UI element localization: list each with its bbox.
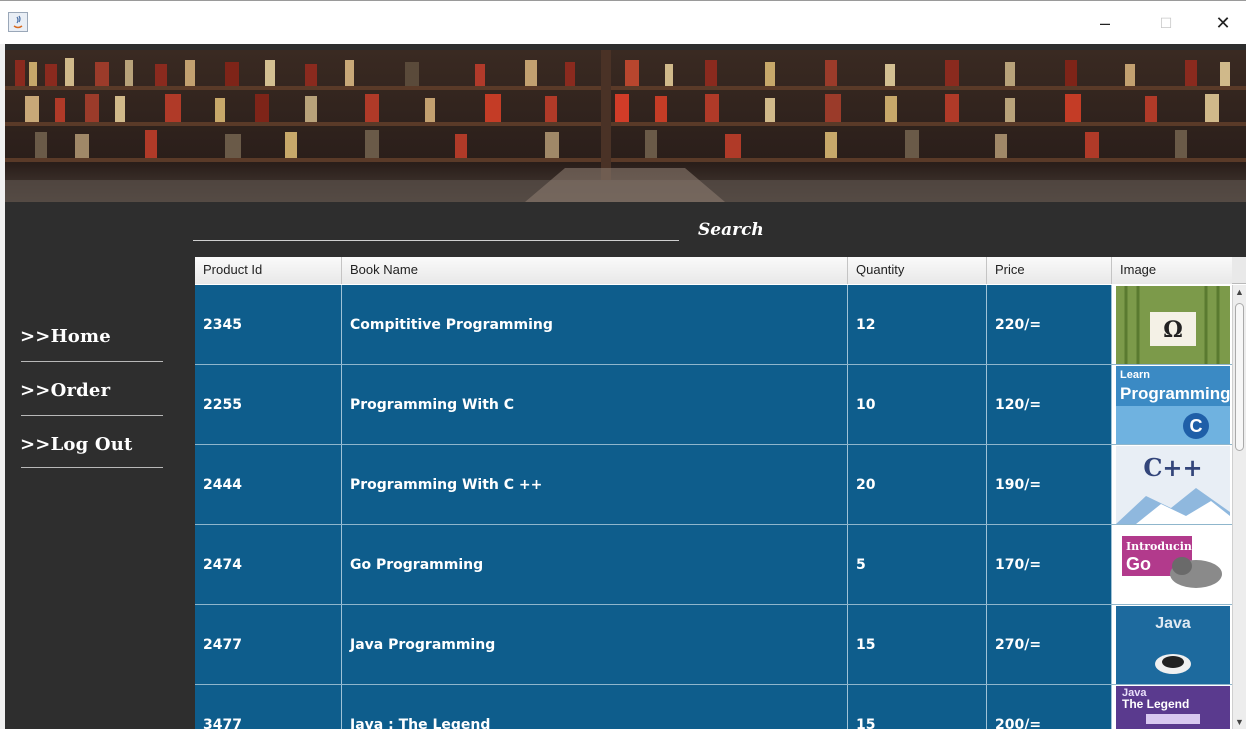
cell-book-name: Go Programming (342, 525, 848, 604)
cell-price: 220/= (987, 285, 1112, 364)
table-body: 2345 Compititive Programming 12 220/= Ω … (195, 285, 1232, 729)
library-banner-image (5, 50, 1246, 202)
window-titlebar: – ☐ ✕ (0, 0, 1246, 44)
header-product-id[interactable]: Product Id (195, 257, 342, 284)
book-cover-image: Learn Programming C (1116, 365, 1230, 444)
book-cover-image: Ω (1116, 285, 1230, 364)
table-header: Product Id Book Name Quantity Price Imag… (195, 257, 1232, 284)
cell-image: Java (1112, 605, 1232, 684)
cell-image: Java The Legend (1112, 685, 1232, 729)
cell-quantity: 5 (848, 525, 987, 604)
cell-price: 270/= (987, 605, 1112, 684)
cell-image: Introducing Go (1112, 525, 1232, 604)
cover-title-text: Java (1155, 615, 1191, 632)
nav-logout[interactable]: >>Log Out (20, 434, 165, 464)
cell-quantity: 15 (848, 605, 987, 684)
close-button[interactable]: ✕ (1200, 1, 1246, 45)
cell-product-id: 2477 (195, 605, 342, 684)
book-cover-image: Introducing Go (1116, 525, 1230, 604)
header-image[interactable]: Image (1112, 257, 1232, 284)
table-row[interactable]: 2474 Go Programming 5 170/= Introducing … (195, 525, 1232, 605)
table-row[interactable]: 2345 Compititive Programming 12 220/= Ω (195, 285, 1232, 365)
cell-quantity: 12 (848, 285, 987, 364)
table-row[interactable]: 2477 Java Programming 15 270/= Java (195, 605, 1232, 685)
cover-title-text: Programming (1120, 384, 1230, 403)
nav-divider (21, 467, 163, 468)
cell-product-id: 2474 (195, 525, 342, 604)
table-row[interactable]: 3477 Java : The Legend 15 200/= Java The… (195, 685, 1232, 729)
cell-book-name: Programming With C ++ (342, 445, 848, 524)
cell-product-id: 3477 (195, 685, 342, 729)
scroll-thumb[interactable] (1235, 303, 1244, 451)
scroll-down-arrow-icon[interactable]: ▼ (1233, 715, 1246, 729)
cell-product-id: 2255 (195, 365, 342, 444)
cell-image: Learn Programming C (1112, 365, 1232, 444)
maximize-button[interactable]: ☐ (1143, 1, 1189, 45)
cell-book-name: Java : The Legend (342, 685, 848, 729)
cover-title-text: Learn (1120, 369, 1150, 381)
book-cover-image: Java (1116, 605, 1230, 684)
nav-order[interactable]: >>Order (20, 380, 165, 410)
cell-product-id: 2444 (195, 445, 342, 524)
products-table: Product Id Book Name Quantity Price Imag… (195, 257, 1246, 729)
maximize-icon: ☐ (1159, 14, 1173, 31)
search-input[interactable] (193, 240, 679, 241)
cell-image: Ω (1112, 285, 1232, 364)
close-icon: ✕ (1215, 12, 1231, 33)
table-scrollbar[interactable]: ▲ ▼ (1232, 285, 1246, 729)
java-app-icon (8, 12, 28, 32)
header-corner (1232, 257, 1246, 284)
nav-home[interactable]: >>Home (20, 326, 165, 356)
cell-product-id: 2345 (195, 285, 342, 364)
search-label[interactable]: Search (698, 220, 764, 240)
header-price[interactable]: Price (987, 257, 1112, 284)
cover-title-text: The Legend (1122, 697, 1189, 711)
cell-book-name: Programming With C (342, 365, 848, 444)
table-row[interactable]: 2444 Programming With C ++ 20 190/= C++ (195, 445, 1232, 525)
cell-price: 120/= (987, 365, 1112, 444)
cell-quantity: 15 (848, 685, 987, 729)
header-quantity[interactable]: Quantity (848, 257, 987, 284)
cover-title-text: Go (1126, 554, 1151, 574)
cover-title-text: C (1190, 416, 1203, 436)
cell-price: 170/= (987, 525, 1112, 604)
book-cover-image: C++ (1116, 445, 1230, 524)
book-cover-image: Java The Legend (1116, 685, 1230, 729)
cell-quantity: 10 (848, 365, 987, 444)
cell-price: 190/= (987, 445, 1112, 524)
nav-divider (21, 415, 163, 416)
cell-book-name: Java Programming (342, 605, 848, 684)
cell-book-name: Compititive Programming (342, 285, 848, 364)
nav-divider (21, 361, 163, 362)
table-row[interactable]: 2255 Programming With C 10 120/= Learn P… (195, 365, 1232, 445)
app-content: >>Home >>Order >>Log Out Search Product … (5, 44, 1246, 729)
header-book-name[interactable]: Book Name (342, 257, 848, 284)
minimize-icon: – (1099, 12, 1110, 33)
cell-quantity: 20 (848, 445, 987, 524)
cell-price: 200/= (987, 685, 1112, 729)
cover-title-text: Ω (1163, 317, 1183, 343)
minimize-button[interactable]: – (1082, 1, 1128, 45)
cover-title-text: Introducing (1126, 540, 1200, 553)
cell-image: C++ (1112, 445, 1232, 524)
cover-title-text: C++ (1143, 453, 1202, 482)
scroll-up-arrow-icon[interactable]: ▲ (1233, 285, 1246, 299)
